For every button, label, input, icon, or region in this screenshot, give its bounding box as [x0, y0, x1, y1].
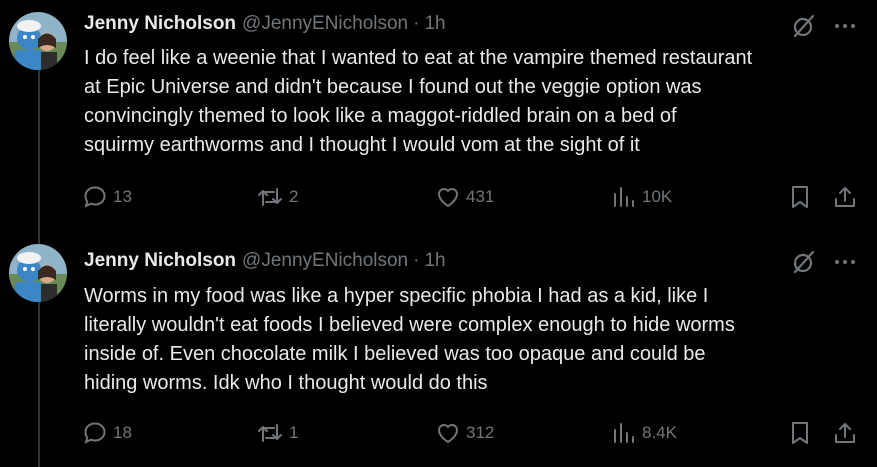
author-name[interactable]: Jenny Nicholson [84, 12, 236, 36]
reply-button[interactable]: 13 [82, 184, 132, 210]
header-separator: · [413, 13, 420, 34]
reply-button[interactable]: 18 [82, 420, 132, 446]
tweet-text: I do feel like a weenie that I wanted to… [84, 47, 753, 156]
tweet[interactable]: Jenny Nicholson @JennyENicholson · 1h Wo… [0, 232, 877, 467]
header-separator: · [413, 250, 420, 271]
like-count: 431 [466, 187, 495, 206]
heart-icon [438, 188, 458, 207]
share-upload-icon [835, 423, 855, 443]
like-button[interactable]: 312 [435, 420, 494, 446]
author-handle[interactable]: @JennyENicholson [242, 12, 408, 36]
share-upload-icon [835, 187, 855, 207]
repost-arrows-icon [258, 424, 282, 442]
speech-bubble-icon [84, 422, 106, 444]
thread-connector-line [38, 300, 40, 467]
like-button[interactable]: 431 [435, 184, 494, 210]
bar-chart-icon [614, 423, 634, 443]
views-count: 8.4K [642, 423, 677, 442]
reply-count: 18 [113, 423, 132, 442]
views-button[interactable]: 8.4K [611, 420, 677, 446]
grok-icon[interactable] [791, 249, 817, 275]
more-dots-icon[interactable] [832, 13, 858, 39]
bookmark-icon [792, 422, 808, 444]
tweet-text: Worms in my food was like a hyper specif… [84, 285, 735, 394]
author-name[interactable]: Jenny Nicholson [84, 249, 236, 273]
reply-count: 13 [113, 187, 132, 206]
bar-chart-icon [614, 187, 634, 207]
share-button[interactable] [832, 420, 858, 446]
tweet-header: Jenny Nicholson @JennyENicholson · 1h [84, 249, 446, 273]
speech-bubble-icon [84, 186, 106, 208]
heart-icon [438, 424, 458, 443]
views-button[interactable]: 10K [611, 184, 672, 210]
timestamp[interactable]: 1h [424, 12, 445, 36]
bookmark-button[interactable] [788, 184, 812, 210]
timestamp[interactable]: 1h [424, 249, 445, 273]
repost-arrows-icon [258, 188, 282, 206]
author-handle[interactable]: @JennyENicholson [242, 249, 408, 273]
avatar[interactable] [9, 12, 67, 70]
share-button[interactable] [832, 184, 858, 210]
repost-count: 2 [289, 187, 299, 206]
tweet[interactable]: Jenny Nicholson @JennyENicholson · 1h I … [0, 0, 877, 232]
repost-button[interactable]: 2 [256, 184, 298, 210]
bookmark-button[interactable] [788, 420, 812, 446]
repost-button[interactable]: 1 [256, 420, 298, 446]
avatar[interactable] [9, 244, 67, 302]
tweet-header: Jenny Nicholson @JennyENicholson · 1h [84, 12, 446, 36]
repost-count: 1 [289, 423, 299, 442]
grok-icon[interactable] [791, 13, 817, 39]
more-dots-icon[interactable] [832, 249, 858, 275]
thread-connector-line [38, 68, 40, 232]
thread-connector-line [38, 232, 40, 244]
views-count: 10K [642, 187, 673, 206]
like-count: 312 [466, 423, 495, 442]
bookmark-icon [792, 186, 808, 208]
